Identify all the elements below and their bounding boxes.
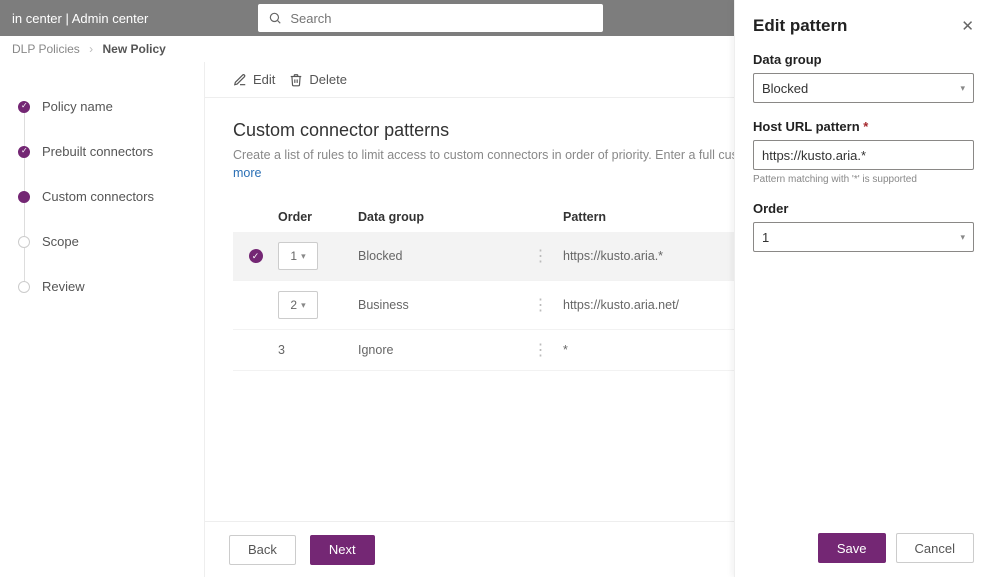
next-button[interactable]: Next (310, 535, 375, 565)
th-order[interactable]: Order (278, 210, 358, 224)
row-menu-icon[interactable]: ⋮ (518, 295, 563, 315)
cell-order: 3 (278, 343, 358, 357)
order-number: 2 (290, 298, 297, 312)
chevron-down-icon: ▾ (960, 232, 965, 243)
search-icon (268, 11, 282, 25)
row-menu-icon[interactable]: ⋮ (518, 340, 563, 360)
cancel-button[interactable]: Cancel (896, 533, 974, 563)
order-number: 1 (290, 249, 297, 263)
cell-group: Ignore (358, 343, 518, 357)
delete-button[interactable]: Delete (289, 72, 347, 87)
url-pattern-label: Host URL pattern * (753, 119, 974, 134)
wizard-step[interactable]: Policy name (0, 84, 204, 129)
data-group-label: Data group (753, 52, 974, 67)
delete-icon (289, 73, 303, 87)
th-group[interactable]: Data group (358, 210, 518, 224)
edit-label: Edit (253, 72, 275, 87)
breadcrumb-current: New Policy (103, 42, 166, 56)
more-link[interactable]: more (233, 166, 261, 180)
url-pattern-input[interactable] (762, 148, 965, 163)
search-box[interactable] (258, 4, 603, 32)
order-chip[interactable]: 1▾ (278, 242, 318, 270)
step-bullet-icon (18, 191, 30, 203)
order-label: Order (753, 201, 974, 216)
step-label: Review (42, 279, 85, 294)
cell-order: 1▾ (278, 242, 358, 270)
url-pattern-input-wrap[interactable] (753, 140, 974, 170)
step-label: Custom connectors (42, 189, 154, 204)
search-input[interactable] (290, 11, 593, 26)
delete-label: Delete (309, 72, 347, 87)
step-bullet-icon (18, 236, 30, 248)
breadcrumb-sep: › (89, 42, 93, 56)
order-value: 1 (762, 230, 769, 245)
data-group-select[interactable]: Blocked ▾ (753, 73, 974, 103)
wizard-step[interactable]: Review (0, 264, 204, 309)
cell-group: Blocked (358, 249, 518, 263)
edit-button[interactable]: Edit (233, 72, 275, 87)
wizard-steps: Policy name Prebuilt connectors Custom con… (0, 62, 205, 577)
step-label: Policy name (42, 99, 113, 114)
chevron-down-icon: ▾ (301, 300, 306, 311)
url-pattern-hint: Pattern matching with '*' is supported (753, 174, 974, 185)
data-group-value: Blocked (762, 81, 808, 96)
check-icon: ✓ (249, 249, 263, 263)
step-label: Prebuilt connectors (42, 144, 153, 159)
wizard-step[interactable]: Prebuilt connectors (0, 129, 204, 174)
edit-pattern-panel: Edit pattern ✕ Data group Blocked ▾ Host… (734, 0, 992, 577)
app-title: in center | Admin center (12, 11, 148, 26)
breadcrumb-root[interactable]: DLP Policies (12, 42, 80, 56)
close-icon[interactable]: ✕ (961, 17, 974, 35)
step-label: Scope (42, 234, 79, 249)
step-bullet-icon (18, 281, 30, 293)
row-menu-icon[interactable]: ⋮ (518, 246, 563, 266)
cell-order: 2▾ (278, 291, 358, 319)
step-bullet-icon (18, 146, 30, 158)
step-bullet-icon (18, 101, 30, 113)
cell-group: Business (358, 298, 518, 312)
edit-icon (233, 73, 247, 87)
wizard-step[interactable]: Custom connectors (0, 174, 204, 219)
back-button[interactable]: Back (229, 535, 296, 565)
order-chip[interactable]: 2▾ (278, 291, 318, 319)
row-check[interactable]: ✓ (233, 249, 278, 263)
chevron-down-icon: ▾ (301, 251, 306, 262)
chevron-down-icon: ▾ (960, 83, 965, 94)
wizard-step[interactable]: Scope (0, 219, 204, 264)
order-select[interactable]: 1 ▾ (753, 222, 974, 252)
panel-title: Edit pattern (753, 16, 847, 36)
save-button[interactable]: Save (818, 533, 886, 563)
